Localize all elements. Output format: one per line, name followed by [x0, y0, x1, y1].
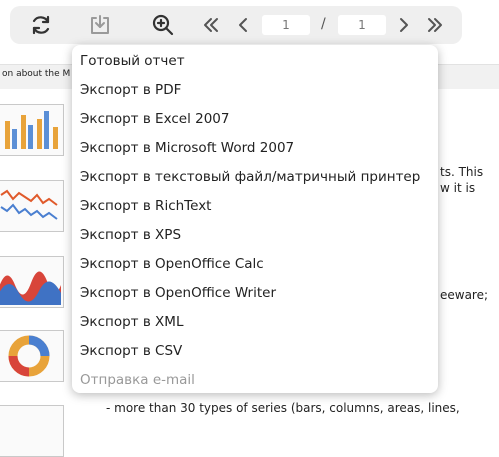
last-page-button[interactable] — [418, 6, 452, 44]
document-text: eeware; — [440, 288, 489, 302]
menu-item-export-calc[interactable]: Экспорт в OpenOffice Calc — [72, 250, 438, 279]
page-separator: / — [321, 16, 326, 32]
save-dropdown-menu: Готовый отчет Экспорт в PDF Экспорт в Ex… — [72, 45, 438, 393]
refresh-icon — [32, 15, 50, 35]
next-page-icon — [400, 18, 408, 32]
zoom-in-icon — [152, 14, 174, 36]
document-text: - more than 30 types of series (bars, co… — [106, 401, 460, 415]
donut-chart-thumbnail — [0, 330, 64, 382]
refresh-button[interactable] — [24, 6, 58, 44]
menu-item-export-text[interactable]: Экспорт в текстовый файл/матричный принт… — [72, 163, 438, 192]
area-chart-thumbnail — [0, 256, 64, 308]
last-page-icon — [428, 18, 442, 32]
prev-page-button[interactable] — [226, 6, 260, 44]
document-text: w it is — [440, 181, 476, 195]
next-page-button[interactable] — [387, 6, 421, 44]
total-pages-field: 1 — [338, 15, 386, 35]
menu-item-export-csv[interactable]: Экспорт в CSV — [72, 337, 438, 366]
menu-item-export-xps[interactable]: Экспорт в XPS — [72, 221, 438, 250]
menu-item-export-pdf[interactable]: Экспорт в PDF — [72, 76, 438, 105]
chart-thumbnail — [0, 405, 64, 457]
menu-item-send-email: Отправка e-mail — [80, 372, 195, 388]
menu-item-prepared-report[interactable]: Готовый отчет — [72, 47, 438, 76]
menu-item-export-word[interactable]: Экспорт в Microsoft Word 2007 — [72, 134, 438, 163]
menu-item-export-richtext[interactable]: Экспорт в RichText — [72, 192, 438, 221]
first-page-button[interactable] — [194, 6, 228, 44]
report-header-text: on about the M — [2, 69, 71, 79]
prev-page-icon — [239, 18, 247, 32]
bar-chart-thumbnail — [0, 104, 64, 156]
viewer-toolbar: 1 / 1 — [10, 6, 462, 44]
document-text: ts. This — [440, 165, 484, 179]
menu-item-export-excel[interactable]: Экспорт в Excel 2007 — [72, 105, 438, 134]
save-icon — [91, 15, 109, 34]
first-page-icon — [204, 18, 218, 32]
save-button[interactable] — [83, 6, 117, 44]
menu-item-export-writer[interactable]: Экспорт в OpenOffice Writer — [72, 279, 438, 308]
menu-item-export-xml[interactable]: Экспорт в XML — [72, 308, 438, 337]
zoom-button[interactable] — [146, 6, 180, 44]
current-page-input[interactable]: 1 — [262, 15, 310, 35]
line-chart-thumbnail — [0, 180, 64, 232]
